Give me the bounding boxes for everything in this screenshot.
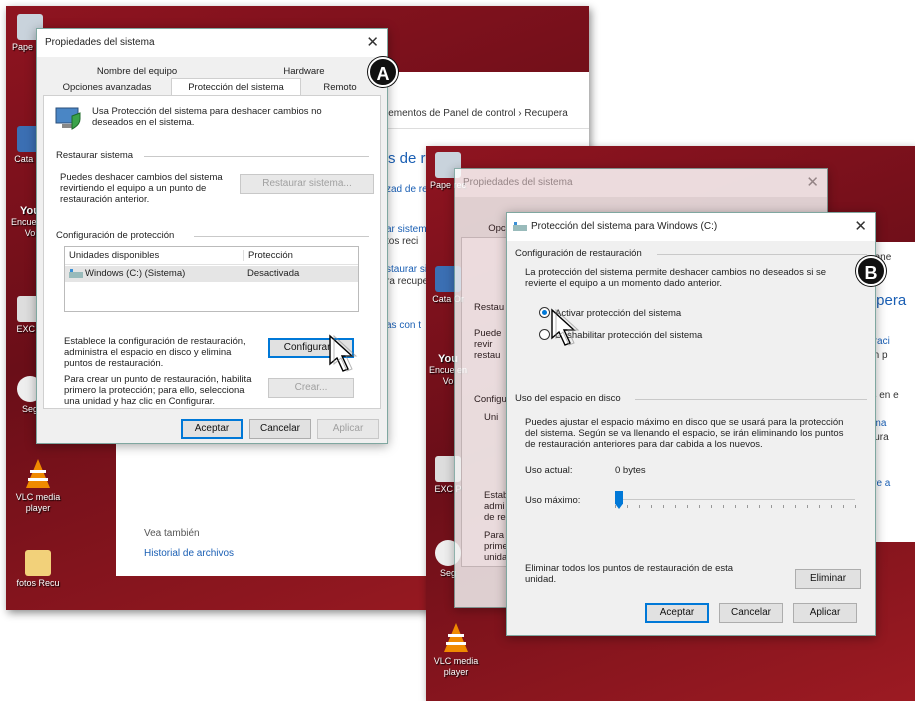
vlc-cone-icon — [444, 623, 468, 652]
slider-tick — [807, 505, 808, 508]
mouse-cursor-icon — [551, 308, 580, 346]
close-icon[interactable]: ✕ — [366, 33, 379, 51]
dialog-title: Propiedades del sistema — [45, 37, 155, 48]
max-usage-slider[interactable] — [615, 489, 856, 511]
drive-name: Windows (C:) (Sistema) — [85, 268, 186, 279]
disk-section-label: Uso del espacio en disco — [515, 393, 621, 404]
configure-text: Establece la configuración de restauraci… — [64, 336, 246, 369]
slider-tick — [639, 505, 640, 508]
slider-tick — [819, 505, 820, 508]
config-section-label: Configuración de protección — [56, 230, 175, 241]
back-label-2: Puede revir restau — [474, 328, 502, 361]
desktop-icon-vlc[interactable]: VLC media player — [10, 458, 66, 514]
history-link[interactable]: Historial de archivos — [144, 548, 234, 559]
current-usage-value: 0 bytes — [615, 465, 646, 476]
mouse-cursor-icon — [329, 334, 358, 372]
tab-remote[interactable]: Remoto — [305, 82, 375, 93]
title-bar[interactable]: Protección del sistema para Windows (C:)… — [507, 213, 875, 241]
cancel-button[interactable]: Cancelar — [719, 603, 783, 623]
folder-icon — [25, 550, 51, 576]
annotation-badge-a: A — [368, 57, 398, 87]
slider-tick — [747, 505, 748, 508]
slider-tick — [675, 505, 676, 508]
breadcrumb[interactable]: lementos de Panel de control › Recupera — [386, 108, 568, 119]
vlc-cone-icon — [26, 459, 50, 488]
apply-button[interactable]: Aplicar — [793, 603, 857, 623]
tab-computer-name[interactable]: Nombre del equipo — [67, 66, 207, 77]
restore-section-label: Configuración de restauración — [515, 248, 642, 259]
slider-tick — [651, 505, 652, 508]
dialog-title: Protección del sistema para Windows (C:) — [531, 221, 718, 232]
slider-tick — [831, 505, 832, 508]
slider-tick — [711, 505, 712, 508]
max-usage-label: Uso máximo: — [525, 495, 581, 506]
apply-button[interactable]: Aplicar — [317, 419, 379, 439]
title-bar[interactable]: Propiedades del sistema ✕ — [37, 29, 387, 57]
create-button[interactable]: Crear... — [268, 378, 354, 398]
slider-thumb[interactable] — [615, 491, 623, 509]
slider-tick — [783, 505, 784, 508]
tab-advanced[interactable]: Opciones avanzadas — [47, 82, 167, 93]
delete-text: Eliminar todos los puntos de restauració… — [525, 563, 734, 585]
slider-tick — [699, 505, 700, 508]
back-label-4: Uni — [484, 412, 499, 423]
computer-shield-icon — [55, 107, 81, 130]
system-properties-dialog: Propiedades del sistema ✕ Nombre del equ… — [36, 28, 388, 444]
cancel-button[interactable]: Cancelar — [249, 419, 311, 439]
current-usage-label: Uso actual: — [525, 465, 573, 476]
slider-tick — [795, 505, 796, 508]
desktop-icon-vlc[interactable]: VLC media player — [428, 622, 484, 678]
title-bar[interactable]: Propiedades del sistema ✕ — [455, 169, 827, 197]
slider-tick — [687, 505, 688, 508]
ok-button[interactable]: Aceptar — [181, 419, 243, 439]
slider-tick — [771, 505, 772, 508]
create-text: Para crear un punto de restauración, hab… — [64, 374, 252, 407]
drive-icon — [69, 269, 83, 278]
enable-protection-radio[interactable] — [539, 307, 550, 318]
see-also-label: Vea también — [144, 528, 200, 539]
link-3: tos reci — [386, 236, 419, 247]
right-screenshot: Pape rec Cata Or You Encue en Vo EXC P S… — [426, 146, 915, 701]
table-row[interactable]: Windows (C:) (Sistema) Desactivada — [65, 266, 358, 282]
slider-tick — [627, 505, 628, 508]
slider-tick — [723, 505, 724, 508]
restore-system-button[interactable]: Restaurar sistema... — [240, 174, 374, 194]
back-label-1: Restau — [474, 302, 505, 313]
disable-protection-radio[interactable] — [539, 329, 550, 340]
column-header-drives[interactable]: Unidades disponibles — [69, 250, 159, 261]
close-icon[interactable]: ✕ — [806, 173, 819, 191]
slider-track — [615, 499, 855, 500]
dialog-title: Propiedades del sistema — [463, 177, 573, 188]
drive-icon — [513, 222, 527, 231]
delete-button[interactable]: Eliminar — [795, 569, 861, 589]
intro-text: Usa Protección del sistema para deshacer… — [92, 106, 322, 128]
slider-tick — [855, 505, 856, 508]
close-icon[interactable]: ✕ — [854, 217, 867, 235]
restore-text: Puedes deshacer cambios del sistema revi… — [60, 172, 223, 205]
annotation-badge-b: B — [856, 256, 886, 286]
ok-button[interactable]: Aceptar — [645, 603, 709, 623]
link-6[interactable]: as con t — [386, 320, 421, 331]
restore-text: La protección del sistema permite deshac… — [525, 267, 826, 289]
drives-table: Unidades disponibles Protección Windows … — [64, 246, 359, 312]
desktop-icon-folder[interactable]: fotos Recu — [10, 550, 66, 589]
tab-hardware[interactable]: Hardware — [249, 66, 359, 77]
disk-text: Puedes ajustar el espacio máximo en disc… — [525, 417, 844, 450]
slider-tick — [735, 505, 736, 508]
restore-section-label: Restaurar sistema — [56, 150, 134, 161]
slider-tick — [759, 505, 760, 508]
tab-system-protection[interactable]: Protección del sistema — [171, 78, 301, 96]
drive-protection-status: Desactivada — [247, 268, 300, 279]
system-protection-drive-dialog: Protección del sistema para Windows (C:)… — [506, 212, 876, 636]
slider-tick — [615, 505, 616, 508]
column-header-protection[interactable]: Protección — [243, 250, 293, 261]
slider-tick — [663, 505, 664, 508]
back-label-3: Configu — [474, 394, 507, 405]
slider-tick — [843, 505, 844, 508]
